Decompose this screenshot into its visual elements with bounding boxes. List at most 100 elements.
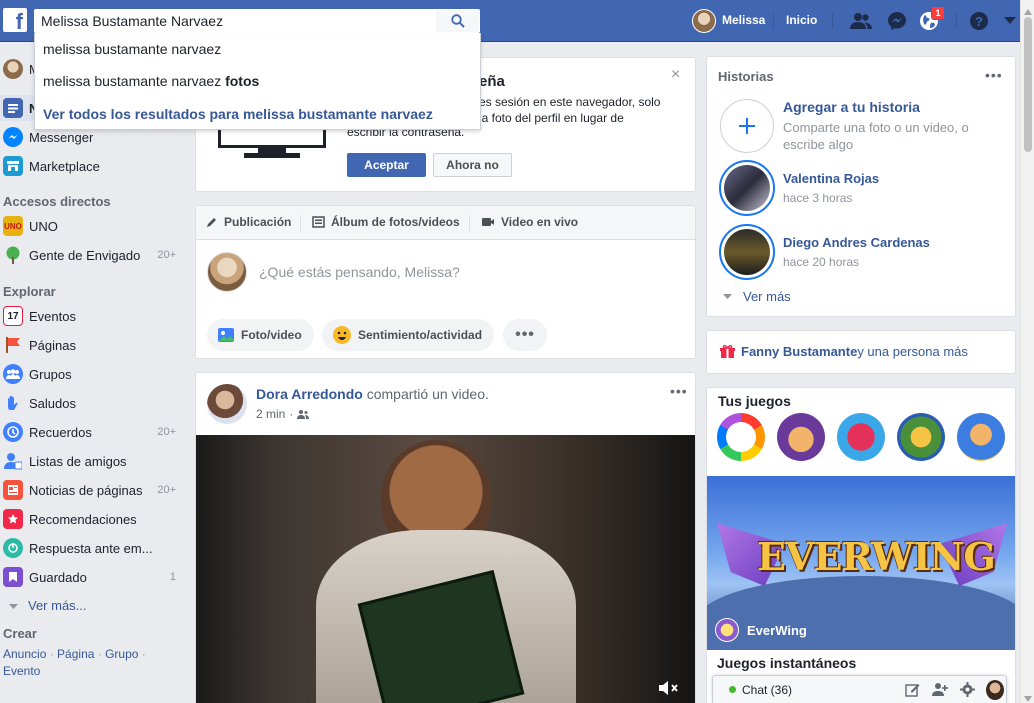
home-link[interactable]: Inicio [786,13,817,27]
avatar[interactable] [207,384,247,424]
page-scrollbar[interactable] [1020,0,1034,703]
sidebar-item-saved[interactable]: Guardado 1 [0,564,185,590]
chat-bar[interactable]: Chat (36) [712,675,1007,703]
help-icon[interactable]: ? [968,10,990,32]
scrollbar-thumb[interactable] [1024,17,1032,152]
sidebar-item-events[interactable]: 17 Eventos [0,303,185,329]
sidebar-item-friend-lists[interactable]: Listas de amigos [0,448,185,474]
sidebar-item-label: Eventos [29,308,76,324]
birthday-card: Fanny Bustamante y una persona más [706,330,1016,374]
newsfeed-icon [3,98,23,118]
smiley-icon [333,326,351,344]
story-author[interactable]: Valentina Rojas [783,171,879,186]
facebook-logo-icon[interactable]: f [3,8,27,32]
add-story-subtitle: Comparte una foto o un video, o escribe … [783,119,969,153]
see-more-link[interactable]: Ver más... [0,592,185,618]
photo-icon [218,328,234,342]
wave-icon [3,393,23,413]
create-event-link[interactable]: Evento [3,664,40,678]
sidebar-item-crisis-response[interactable]: Respuesta ante em... [0,535,185,561]
sidebar-item-pokes[interactable]: Saludos [0,390,185,416]
sidebar-item-label: Gente de Envigado [29,247,141,263]
tab-post[interactable]: Publicación [206,215,291,229]
create-ad-link[interactable]: Anuncio [3,647,46,661]
story-time: hace 3 horas [783,191,853,205]
everwing-logo-text: EVERWING [757,534,996,579]
see-all-results-link[interactable]: Ver todos los resultados para melissa bu… [43,106,433,122]
post-action: compartió un video. [362,386,489,402]
sidebar-item-label: Marketplace [29,158,100,174]
sidebar-item-newsfeed[interactable]: N [0,95,36,121]
sidebar-item-uno[interactable]: UNO UNO [0,213,185,239]
shortcuts-heading: Accesos directos [3,194,111,209]
messenger-icon [3,127,23,147]
photo-video-button[interactable]: Foto/video [207,319,314,351]
birthday-person-link[interactable]: Fanny Bustamante [741,344,857,359]
sidebar-item-label: Recuerdos [29,424,92,440]
search-suggestion[interactable]: melissa bustamante narvaez fotos [43,73,259,89]
tab-photo-album[interactable]: Álbum de fotos/videos [312,215,460,229]
more-options-button[interactable]: ••• [503,319,547,351]
create-group-link[interactable]: Grupo [105,647,138,661]
video-camera-icon [482,218,494,226]
close-icon[interactable]: × [671,66,680,84]
groups-icon [3,364,23,384]
messenger-icon[interactable] [886,10,908,32]
friend-requests-icon[interactable] [850,10,872,32]
birthday-rest[interactable]: y una persona más [857,344,968,359]
search-input[interactable] [34,9,435,33]
card-description: es sesión en este navegador, solo la fot… [479,94,660,126]
sidebar-item-groups[interactable]: Grupos [0,361,185,387]
post-options-icon[interactable]: ••• [670,383,688,399]
count-badge: 20+ [157,484,176,496]
composer-input[interactable]: ¿Qué estás pensando, Melissa? [259,264,460,280]
instant-games-heading: Juegos instantáneos [717,655,857,671]
story-thumbnail[interactable] [719,224,775,280]
avatar[interactable] [986,680,1004,700]
search-button[interactable] [435,9,480,33]
game-icon[interactable] [957,413,1005,461]
sidebar-item-memories[interactable]: Recuerdos 20+ [0,419,185,445]
not-now-button[interactable]: Ahora no [433,153,512,177]
gear-icon[interactable] [960,682,975,700]
stories-see-more-link[interactable]: Ver más [723,289,791,304]
feeling-activity-button[interactable]: Sentimiento/actividad [322,319,495,351]
see-more-label: Ver más [743,289,791,304]
post-video[interactable] [196,435,695,703]
sidebar-item-pages-feed[interactable]: Noticias de páginas 20+ [0,477,185,503]
add-group-chat-icon[interactable] [932,682,949,700]
story-author[interactable]: Diego Andres Cardenas [783,235,930,250]
sidebar-item-gente-de-envigado[interactable]: Gente de Envigado 20+ [0,242,185,268]
stories-options-icon[interactable]: ••• [985,67,1003,83]
post-author-link[interactable]: Dora Arredondo [256,386,363,402]
create-page-link[interactable]: Página [57,647,94,661]
game-icon[interactable] [717,413,765,461]
story-thumbnail[interactable] [719,160,775,216]
divider [469,215,470,231]
game-icon[interactable] [837,413,885,461]
featured-game-banner[interactable]: EVERWING EverWing [707,476,1015,650]
scroll-down-arrow-icon[interactable] [1024,690,1032,703]
add-story-title[interactable]: Agregar a tu historia [783,99,920,115]
games-heading: Tus juegos [718,393,791,409]
post-timestamp[interactable]: 2 min [256,407,285,421]
add-story-button[interactable] [720,99,774,153]
mute-icon[interactable] [658,679,680,700]
featured-game-name: EverWing [747,623,807,638]
game-icon[interactable] [777,413,825,461]
scroll-up-arrow-icon[interactable] [1024,3,1032,18]
compose-message-icon[interactable] [905,682,920,700]
chevron-down-icon[interactable] [999,10,1021,32]
avatar[interactable] [692,9,716,33]
sidebar-item-pages[interactable]: Páginas [0,332,185,358]
sidebar-item-label: Respuesta ante em... [29,540,153,556]
search-suggestion[interactable]: melissa bustamante narvaez [43,41,221,57]
sidebar-item-recommendations[interactable]: Recomendaciones [0,506,185,532]
sidebar-item-marketplace[interactable]: Marketplace [0,153,185,179]
game-icon-center [726,422,756,452]
accept-button[interactable]: Aceptar [347,153,426,177]
tab-live-video[interactable]: Video en vivo [481,215,578,229]
create-heading: Crear [3,626,37,641]
game-icon[interactable] [897,413,945,461]
profile-link[interactable]: Melissa [722,13,765,27]
